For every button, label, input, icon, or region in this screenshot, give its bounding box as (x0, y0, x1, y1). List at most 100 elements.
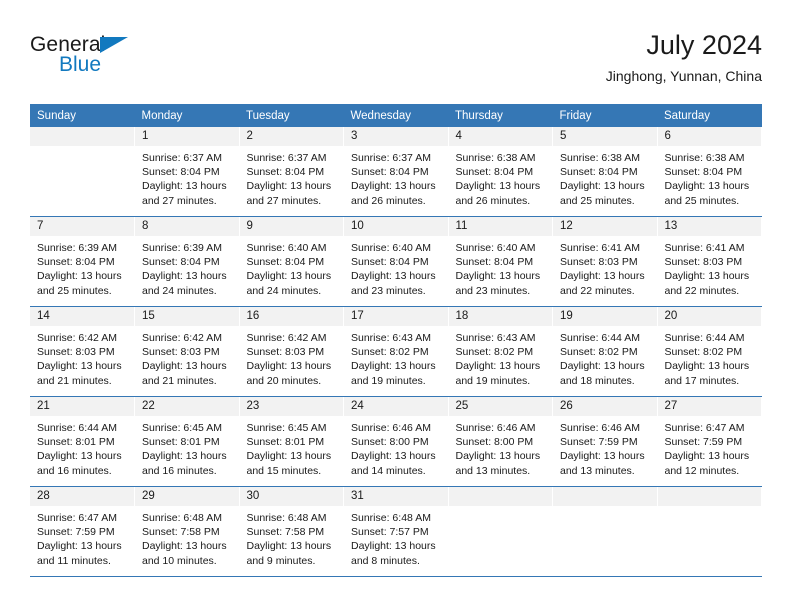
calendar-day-cell[interactable]: 3 Sunrise: 6:37 AM Sunset: 8:04 PM Daylight… (343, 127, 449, 217)
calendar-day-cell[interactable]: 6 Sunrise: 6:38 AM Sunset: 8:04 PM Daylight… (656, 127, 762, 217)
cell-inner: 28 Sunrise: 6:47 AM Sunset: 7:59 PM Dayligh… (30, 487, 134, 576)
weekday-header-friday: Friday (552, 104, 657, 127)
sunset-text: Sunset: 7:57 PM (351, 526, 429, 539)
cell-inner: 24 Sunrise: 6:46 AM Sunset: 8:00 PM Dayligh… (344, 397, 448, 486)
calendar-day-cell[interactable]: 24 Sunrise: 6:46 AM Sunset: 8:00 PM Dayligh… (343, 396, 449, 487)
calendar-day-cell[interactable]: 20 Sunrise: 6:44 AM Sunset: 8:02 PM Dayligh… (656, 306, 762, 397)
daylight-text-line1: Daylight: 13 hours (37, 450, 122, 463)
calendar-day-cell[interactable]: 19 Sunrise: 6:44 AM Sunset: 8:02 PM Dayligh… (552, 306, 658, 397)
daylight-text-line2: and 20 minutes. (246, 374, 322, 387)
sun-info: Sunrise: 6:41 AM Sunset: 8:03 PM Daylight:… (553, 236, 657, 298)
calendar-day-cell[interactable]: 8 Sunrise: 6:39 AM Sunset: 8:04 PM Daylight… (134, 216, 240, 307)
calendar-day-cell[interactable]: 26 Sunrise: 6:46 AM Sunset: 7:59 PM Dayligh… (552, 396, 658, 487)
sun-info: Sunrise: 6:47 AM Sunset: 7:59 PM Daylight:… (658, 416, 762, 478)
calendar-day-cell[interactable]: 15 Sunrise: 6:42 AM Sunset: 8:03 PM Dayligh… (134, 306, 240, 397)
day-number: 23 (239, 397, 343, 416)
daylight-text-line2: and 10 minutes. (142, 554, 217, 567)
cell-inner: 19 Sunrise: 6:44 AM Sunset: 8:02 PM Dayligh… (553, 307, 657, 396)
cell-inner: 22 Sunrise: 6:45 AM Sunset: 8:01 PM Dayligh… (135, 397, 239, 486)
daylight-text-line2: and 26 minutes. (455, 194, 531, 207)
daylight-text-line1: Daylight: 13 hours (37, 540, 122, 553)
calendar-day-cell[interactable]: 21 Sunrise: 6:44 AM Sunset: 8:01 PM Dayligh… (30, 396, 135, 487)
calendar-day-cell[interactable]: 29 Sunrise: 6:48 AM Sunset: 7:58 PM Dayligh… (134, 486, 240, 577)
daylight-text-line2: and 15 minutes. (246, 464, 322, 477)
day-number: 20 (657, 307, 761, 326)
sun-info: Sunrise: 6:45 AM Sunset: 8:01 PM Daylight:… (240, 416, 344, 478)
calendar-week-row: 14 Sunrise: 6:42 AM Sunset: 8:03 PM Dayligh… (30, 306, 762, 397)
sunrise-text: Sunrise: 6:46 AM (455, 422, 536, 434)
cell-inner: 21 Sunrise: 6:44 AM Sunset: 8:01 PM Dayligh… (30, 397, 134, 486)
calendar-day-cell[interactable]: 13 Sunrise: 6:41 AM Sunset: 8:03 PM Dayligh… (656, 216, 762, 307)
sun-info: Sunrise: 6:44 AM Sunset: 8:02 PM Daylight:… (658, 326, 762, 388)
day-number: 14 (30, 307, 134, 326)
calendar-day-cell[interactable]: 11 Sunrise: 6:40 AM Sunset: 8:04 PM Dayligh… (447, 216, 553, 307)
daylight-text-line1: Daylight: 13 hours (664, 360, 750, 373)
calendar-day-cell[interactable]: 27 Sunrise: 6:47 AM Sunset: 7:59 PM Dayligh… (656, 396, 762, 487)
cell-inner: 11 Sunrise: 6:40 AM Sunset: 8:04 PM Dayligh… (448, 217, 553, 306)
day-number: 7 (30, 217, 134, 236)
day-number (553, 487, 657, 506)
daylight-text-line1: Daylight: 13 hours (142, 360, 227, 373)
calendar-day-cell[interactable]: 25 Sunrise: 6:46 AM Sunset: 8:00 PM Dayligh… (447, 396, 553, 487)
calendar-day-cell[interactable]: 7 Sunrise: 6:39 AM Sunset: 8:04 PM Daylight… (30, 216, 135, 307)
calendar-day-cell[interactable]: 18 Sunrise: 6:43 AM Sunset: 8:02 PM Dayligh… (447, 306, 553, 397)
daylight-text-line1: Daylight: 13 hours (351, 180, 436, 193)
sunset-text: Sunset: 8:02 PM (455, 346, 534, 359)
sun-info: Sunrise: 6:40 AM Sunset: 8:04 PM Daylight:… (449, 236, 553, 298)
weekday-header-monday: Monday (134, 104, 239, 127)
sunset-text: Sunset: 8:04 PM (455, 256, 534, 269)
sun-info: Sunrise: 6:46 AM Sunset: 8:00 PM Daylight:… (344, 416, 448, 478)
general-blue-logo[interactable]: General Blue (30, 33, 210, 85)
calendar-day-cell[interactable]: 10 Sunrise: 6:40 AM Sunset: 8:04 PM Dayligh… (343, 216, 449, 307)
day-number: 3 (344, 127, 448, 146)
sun-info: Sunrise: 6:39 AM Sunset: 8:04 PM Daylight:… (135, 236, 239, 298)
sunset-text: Sunset: 7:59 PM (37, 526, 115, 539)
calendar-day-cell[interactable]: 31 Sunrise: 6:48 AM Sunset: 7:57 PM Dayligh… (343, 486, 449, 577)
sunrise-text: Sunrise: 6:47 AM (37, 512, 117, 524)
daylight-text-line2: and 19 minutes. (455, 374, 531, 387)
sunrise-text: Sunrise: 6:39 AM (37, 242, 117, 254)
calendar-day-cell[interactable]: 9 Sunrise: 6:40 AM Sunset: 8:04 PM Daylight… (238, 216, 344, 307)
calendar-day-cell[interactable]: 17 Sunrise: 6:43 AM Sunset: 8:02 PM Dayligh… (343, 306, 449, 397)
calendar-day-cell[interactable]: 16 Sunrise: 6:42 AM Sunset: 8:03 PM Dayligh… (238, 306, 344, 397)
day-number: 2 (239, 127, 343, 146)
cell-inner: 18 Sunrise: 6:43 AM Sunset: 8:02 PM Dayligh… (448, 307, 552, 396)
sunrise-text: Sunrise: 6:42 AM (246, 332, 327, 344)
calendar-day-cell[interactable]: 30 Sunrise: 6:48 AM Sunset: 7:58 PM Dayligh… (238, 486, 344, 577)
cell-inner: 20 Sunrise: 6:44 AM Sunset: 8:02 PM Dayligh… (657, 307, 762, 396)
calendar-day-cell[interactable]: 28 Sunrise: 6:47 AM Sunset: 7:59 PM Dayligh… (30, 486, 135, 577)
calendar-day-cell[interactable]: 14 Sunrise: 6:42 AM Sunset: 8:03 PM Dayligh… (30, 306, 135, 397)
sun-info: Sunrise: 6:38 AM Sunset: 8:04 PM Daylight:… (658, 146, 762, 208)
cell-inner: 5 Sunrise: 6:38 AM Sunset: 8:04 PM Daylight… (553, 127, 657, 216)
calendar-day-cell[interactable]: 5 Sunrise: 6:38 AM Sunset: 8:04 PM Daylight… (552, 127, 658, 217)
daylight-text-line2: and 11 minutes. (37, 554, 111, 567)
daylight-text-line1: Daylight: 13 hours (142, 450, 227, 463)
daylight-text-line1: Daylight: 13 hours (246, 180, 332, 193)
calendar-day-cell[interactable]: 4 Sunrise: 6:38 AM Sunset: 8:04 PM Daylight… (447, 127, 553, 217)
daylight-text-line1: Daylight: 13 hours (664, 450, 750, 463)
sunset-text: Sunset: 8:02 PM (351, 346, 429, 359)
calendar-week-row: 7 Sunrise: 6:39 AM Sunset: 8:04 PM Daylight… (30, 216, 762, 307)
day-number: 16 (239, 307, 343, 326)
daylight-text-line1: Daylight: 13 hours (560, 450, 645, 463)
calendar-day-cell[interactable]: 1 Sunrise: 6:37 AM Sunset: 8:04 PM Daylight… (134, 127, 240, 217)
sunset-text: Sunset: 8:04 PM (351, 166, 429, 179)
calendar-day-cell[interactable]: 12 Sunrise: 6:41 AM Sunset: 8:03 PM Dayligh… (552, 216, 658, 307)
daylight-text-line1: Daylight: 13 hours (142, 540, 227, 553)
cell-inner: 1 Sunrise: 6:37 AM Sunset: 8:04 PM Daylight… (135, 127, 239, 216)
daylight-text-line2: and 23 minutes. (455, 284, 531, 297)
calendar-day-cell[interactable]: 2 Sunrise: 6:37 AM Sunset: 8:04 PM Daylight… (238, 127, 344, 217)
sunset-text: Sunset: 8:04 PM (664, 166, 743, 179)
weekday-header-tuesday: Tuesday (239, 104, 344, 127)
daylight-text-line2: and 21 minutes. (37, 374, 112, 387)
day-number: 13 (657, 217, 761, 236)
sunrise-text: Sunrise: 6:45 AM (246, 422, 327, 434)
cell-inner: 8 Sunrise: 6:39 AM Sunset: 8:04 PM Daylight… (135, 217, 239, 306)
calendar-day-cell[interactable]: 22 Sunrise: 6:45 AM Sunset: 8:01 PM Dayligh… (134, 396, 240, 487)
day-number: 11 (448, 217, 552, 236)
calendar-day-cell[interactable]: 23 Sunrise: 6:45 AM Sunset: 8:01 PM Dayligh… (238, 396, 344, 487)
daylight-text-line1: Daylight: 13 hours (351, 270, 436, 283)
sunset-text: Sunset: 8:04 PM (142, 166, 220, 179)
daylight-text-line1: Daylight: 13 hours (455, 360, 541, 373)
day-number (30, 127, 134, 146)
